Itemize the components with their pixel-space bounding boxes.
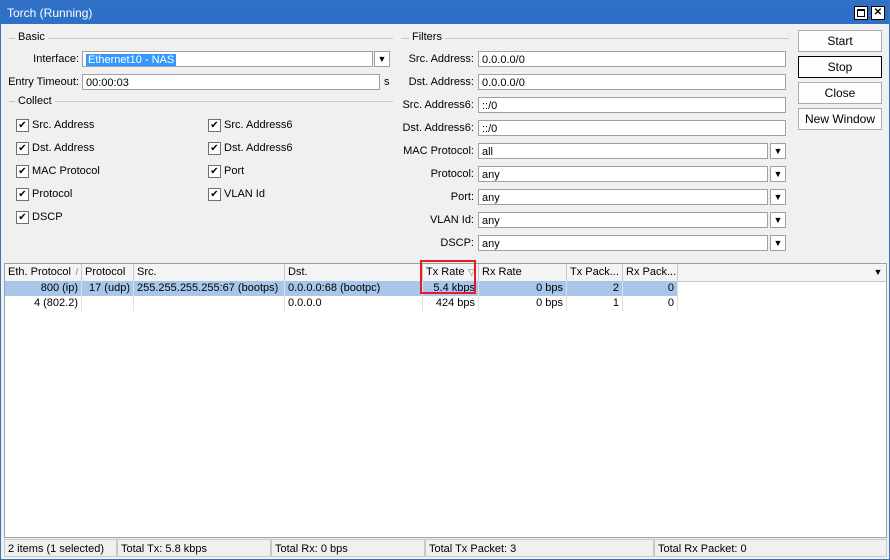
vlan-id-dropdown-icon[interactable]: ▼	[770, 212, 786, 228]
torch-window: Torch (Running) ✕ Basic Interface: Ether…	[0, 0, 890, 560]
checkmark-icon: ✔	[16, 211, 29, 224]
interface-label: Interface:	[33, 53, 79, 65]
cell-protocol	[82, 296, 134, 311]
src-address-input[interactable]: 0.0.0.0/0	[478, 51, 786, 67]
dscp-dropdown-icon[interactable]: ▼	[770, 235, 786, 251]
entry-timeout-input[interactable]: 00:00:03	[82, 74, 380, 90]
basic-group-line	[9, 38, 393, 39]
stop-button[interactable]: Stop	[798, 56, 882, 78]
status-items: 2 items (1 selected)	[4, 539, 117, 557]
status-bar: 2 items (1 selected) Total Tx: 5.8 kbps …	[4, 539, 887, 557]
dst-address-input[interactable]: 0.0.0.0/0	[478, 74, 786, 90]
title-bar[interactable]: Torch (Running) ✕	[1, 1, 889, 24]
vlan-id-select[interactable]: any	[478, 212, 768, 228]
filters-group-label: Filters	[409, 31, 445, 43]
sort-icon: /	[75, 267, 78, 277]
status-total-tx-packet: Total Tx Packet: 3	[425, 539, 654, 557]
port-select[interactable]: any	[478, 189, 768, 205]
mac-protocol-label: MAC Protocol:	[403, 145, 474, 157]
close-icon[interactable]: ✕	[871, 6, 885, 20]
protocol-dropdown-icon[interactable]: ▼	[770, 166, 786, 182]
cell-eth-protocol: 800 (ip)	[5, 281, 82, 296]
collect-group-label: Collect	[15, 95, 55, 107]
entry-timeout-label: Entry Timeout:	[8, 76, 79, 88]
cell-rx-packets: 0	[623, 281, 678, 296]
checkmark-icon: ✔	[16, 165, 29, 178]
torch-table[interactable]: Eth. Protocol / Protocol Src. Dst. Tx Rat…	[4, 263, 887, 538]
dscp-label: DSCP:	[440, 237, 474, 249]
cell-src: 255.255.255.255:67 (bootps)	[134, 281, 285, 296]
new-window-button[interactable]: New Window	[798, 108, 882, 130]
src-address-label: Src. Address:	[408, 53, 474, 65]
maximize-icon[interactable]	[854, 6, 868, 20]
window-title: Torch (Running)	[7, 6, 93, 20]
interface-select[interactable]: Ethernet10 - NAS	[82, 51, 373, 67]
status-total-rx: Total Rx: 0 bps	[271, 539, 425, 557]
column-dst[interactable]: Dst.	[285, 264, 423, 281]
checkmark-icon: ✔	[208, 119, 221, 132]
protocol-label: Protocol:	[430, 168, 474, 180]
status-total-tx: Total Tx: 5.8 kbps	[117, 539, 271, 557]
cell-rx-rate: 0 bps	[479, 281, 567, 296]
column-rx-packets[interactable]: Rx Pack...	[623, 264, 678, 281]
checkmark-icon: ✔	[16, 188, 29, 201]
checkmark-icon: ✔	[208, 142, 221, 155]
port-label: Port:	[450, 191, 474, 203]
collect-group-line	[9, 101, 393, 102]
tx-rate-highlight	[420, 260, 476, 294]
column-tx-packets[interactable]: Tx Pack...	[567, 264, 623, 281]
checkmark-icon: ✔	[16, 119, 29, 132]
column-eth-protocol[interactable]: Eth. Protocol /	[5, 264, 82, 281]
protocol-select[interactable]: any	[478, 166, 768, 182]
column-menu-icon[interactable]: ▼	[871, 264, 885, 281]
dst-address6-label: Dst. Address6:	[402, 122, 474, 134]
interface-value: Ethernet10 - NAS	[86, 54, 177, 66]
cell-eth-protocol: 4 (802.2)	[5, 296, 82, 311]
port-dropdown-icon[interactable]: ▼	[770, 189, 786, 205]
start-button[interactable]: Start	[798, 30, 882, 52]
cell-src	[134, 296, 285, 311]
cell-rx-packets: 0	[623, 296, 678, 311]
checkmark-icon: ✔	[208, 165, 221, 178]
dst-address-label: Dst. Address:	[408, 76, 474, 88]
cell-dst: 0.0.0.0	[285, 296, 423, 311]
src-address6-input[interactable]: ::/0	[478, 97, 786, 113]
column-protocol[interactable]: Protocol	[82, 264, 134, 281]
mac-protocol-dropdown-icon[interactable]: ▼	[770, 143, 786, 159]
dscp-select[interactable]: any	[478, 235, 768, 251]
dst-address6-input[interactable]: ::/0	[478, 120, 786, 136]
table-row[interactable]: 800 (ip) 17 (udp) 255.255.255.255:67 (bo…	[5, 281, 678, 296]
cell-dst: 0.0.0.0:68 (bootpc)	[285, 281, 423, 296]
column-rx-rate[interactable]: Rx Rate	[479, 264, 567, 281]
basic-group-label: Basic	[15, 31, 48, 43]
vlan-id-label: VLAN Id:	[429, 214, 474, 226]
src-address6-label: Src. Address6:	[402, 99, 474, 111]
column-src[interactable]: Src.	[134, 264, 285, 281]
close-button[interactable]: Close	[798, 82, 882, 104]
cell-tx-packets: 1	[567, 296, 623, 311]
checkmark-icon: ✔	[16, 142, 29, 155]
checkmark-icon: ✔	[208, 188, 221, 201]
filters-group-line	[401, 38, 789, 39]
cell-protocol: 17 (udp)	[82, 281, 134, 296]
status-total-rx-packet: Total Rx Packet: 0	[654, 539, 887, 557]
cell-tx-rate: 424 bps	[423, 296, 479, 311]
cell-rx-rate: 0 bps	[479, 296, 567, 311]
cell-tx-packets: 2	[567, 281, 623, 296]
table-row[interactable]: 4 (802.2) 0.0.0.0 424 bps 0 bps 1 0	[5, 296, 678, 311]
mac-protocol-select[interactable]: all	[478, 143, 768, 159]
